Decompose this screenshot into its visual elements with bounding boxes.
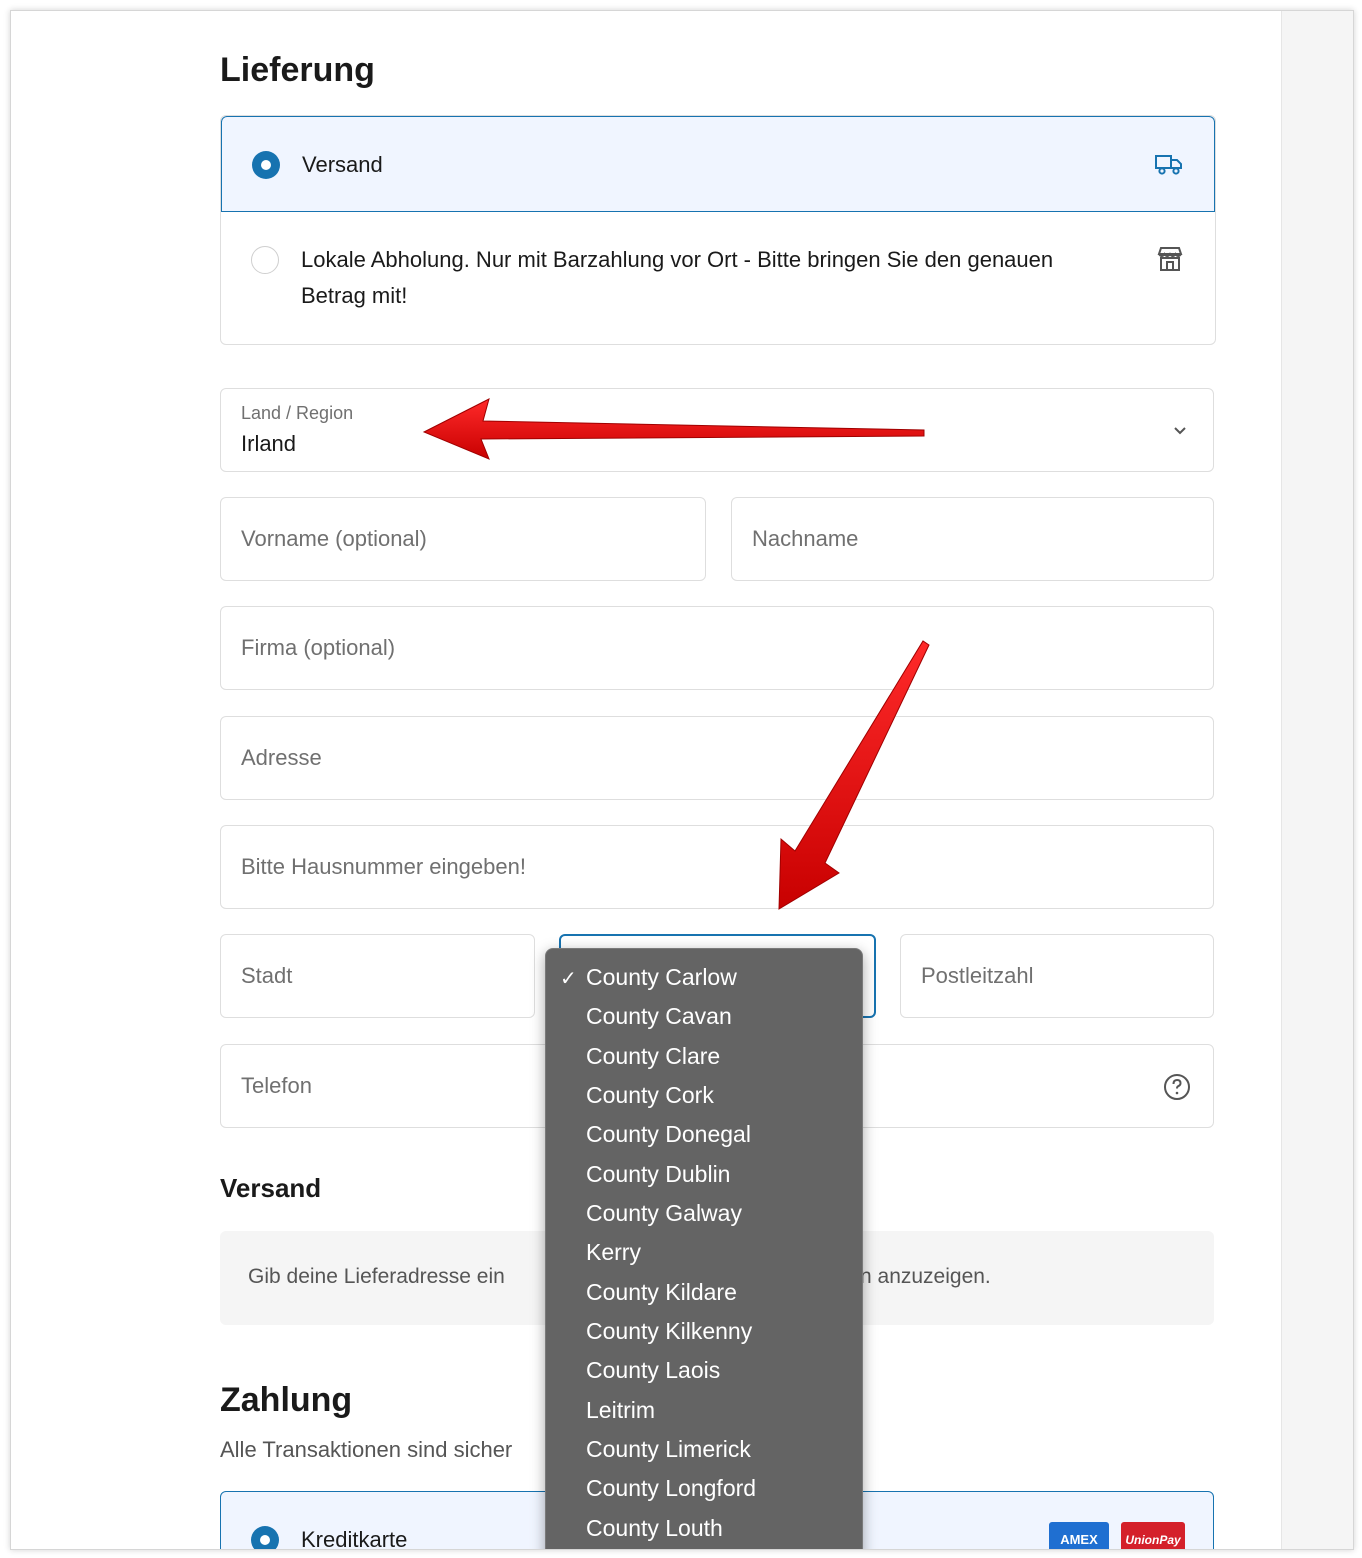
store-icon [1157,247,1183,271]
first-name-field[interactable]: Vorname (optional) [220,497,706,581]
county-option[interactable]: Kerry [586,1239,641,1266]
county-option[interactable]: County Clare [586,1043,720,1070]
radio-selected[interactable] [252,151,280,179]
address-placeholder: Adresse [241,745,322,770]
address-field[interactable]: Adresse [220,716,1214,800]
company-field[interactable]: Firma (optional) [220,606,1214,690]
browser-frame: Lieferung Versand Lokale Abholung. Nur m… [10,10,1354,1550]
county-option[interactable]: County Kilkenny [586,1318,752,1345]
radio-unselected[interactable] [251,246,279,274]
credit-card-label: Kreditkarte [301,1527,408,1550]
delivery-option-shipping-label: Versand [302,152,383,177]
postal-code-placeholder: Postleitzahl [921,963,1034,988]
county-option[interactable]: County Donegal [586,1121,751,1148]
radio-selected[interactable] [251,1526,279,1549]
county-dropdown-menu[interactable]: ✓ County Carlow County Cavan County Clar… [545,948,863,1549]
order-summary-sidebar [1281,11,1353,1549]
house-number-field[interactable]: Bitte Hausnummer eingeben! [220,825,1214,909]
shipping-info-text-left: Gib deine Lieferadresse ein [248,1265,505,1288]
county-option[interactable]: County Cork [586,1082,714,1109]
payment-subtitle: Alle Transaktionen sind sicher [220,1437,513,1462]
county-option[interactable]: County Galway [586,1200,742,1227]
country-select[interactable]: Land / Region Irland [220,388,1214,472]
unionpay-logo: UnionPay [1121,1522,1185,1549]
county-option[interactable]: County Kildare [586,1279,737,1306]
checkout-main: Lieferung Versand Lokale Abholung. Nur m… [11,11,1281,1549]
amex-logo: AMEX [1049,1522,1109,1549]
truck-icon [1155,155,1182,175]
county-option[interactable]: County Longford [586,1475,756,1502]
help-circle-icon[interactable] [1163,1073,1191,1101]
shipping-info-text-right: n anzuzeigen. [860,1265,991,1288]
company-placeholder: Firma (optional) [241,635,396,660]
country-value: Irland [241,431,297,456]
county-option[interactable]: Leitrim [586,1397,655,1424]
city-placeholder: Stadt [241,963,293,988]
check-icon: ✓ [560,968,577,990]
county-option[interactable]: County Limerick [586,1436,751,1463]
first-name-placeholder: Vorname (optional) [241,526,427,551]
payment-title: Zahlung [220,1381,353,1419]
county-option[interactable]: County Laois [586,1357,720,1384]
delivery-option-shipping[interactable]: Versand [221,116,1215,212]
delivery-title: Lieferung [220,51,375,89]
house-number-placeholder: Bitte Hausnummer eingeben! [241,854,526,879]
county-option[interactable]: County Louth [586,1515,723,1542]
county-option[interactable]: County Dublin [586,1161,730,1188]
delivery-option-pickup[interactable]: Lokale Abholung. Nur mit Barzahlung vor … [221,212,1215,344]
country-label: Land / Region [241,403,354,423]
county-option[interactable]: County Cavan [586,1003,732,1030]
shipping-title: Versand [220,1173,322,1203]
postal-code-field[interactable]: Postleitzahl [900,934,1214,1018]
last-name-field[interactable]: Nachname [731,497,1214,581]
phone-placeholder: Telefon [241,1073,312,1098]
city-field[interactable]: Stadt [220,934,535,1018]
county-option[interactable]: County Carlow [586,964,737,991]
chevron-down-icon [1174,427,1186,435]
last-name-placeholder: Nachname [752,526,859,551]
delivery-option-pickup-label: Lokale Abholung. Nur mit Barzahlung vor … [301,247,1054,308]
delivery-options: Versand Lokale Abholung. Nur mit Barzahl… [220,115,1216,345]
